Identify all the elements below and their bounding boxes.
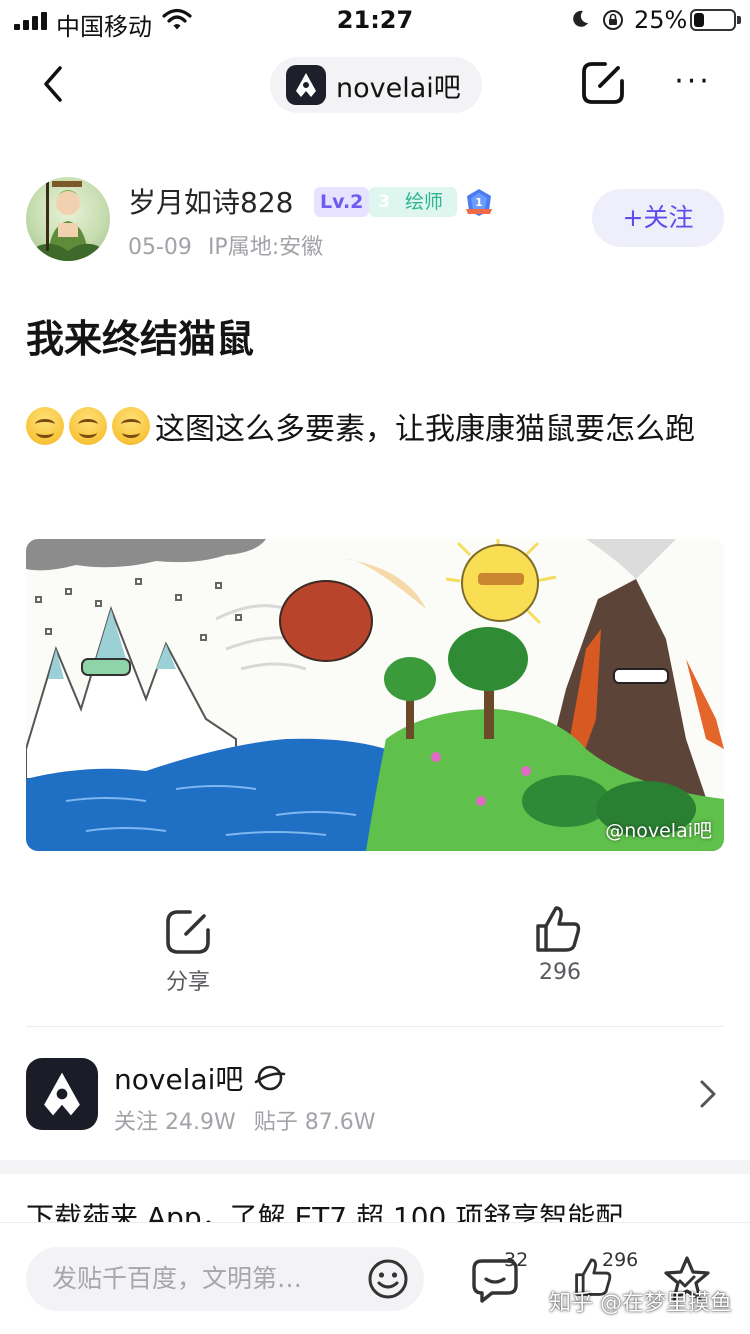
- reply-placeholder: 发贴千百度，文明第…: [52, 1264, 303, 1293]
- level-badge: Lv.2: [314, 187, 370, 217]
- reply-input[interactable]: 发贴千百度，文明第…: [26, 1247, 424, 1311]
- medal-icon: 1: [466, 189, 492, 216]
- post-date: 05-09: [128, 235, 192, 260]
- thumbs-up-icon: [536, 906, 581, 952]
- bottom-like-count: 296: [602, 1249, 639, 1271]
- smile-emoji-icon: [69, 407, 107, 445]
- image-watermark: @novelai吧: [605, 820, 712, 842]
- post-body: 这图这么多要素，让我康康猫鼠要怎么跑: [26, 402, 726, 458]
- divider: [26, 1026, 724, 1027]
- post-meta: 05-09 IP属地:安徽: [128, 229, 323, 261]
- forum-stats: 关注 24.9W 贴子 87.6W: [114, 1104, 375, 1136]
- like-count: 296: [539, 960, 581, 985]
- more-options-button[interactable]: ···: [668, 64, 718, 104]
- share-icon: [166, 910, 210, 954]
- role-label: 绘师: [405, 191, 444, 213]
- section-gap: [0, 1160, 750, 1174]
- forum-logo-icon: [286, 65, 326, 105]
- post-body-text: 这图这么多要素，让我康康猫鼠要怎么跑: [155, 412, 695, 447]
- bottom-bar: 发贴千百度，文明第… 32 296 知乎 @在梦里摸鱼: [0, 1222, 750, 1334]
- chevron-right-icon: [700, 1080, 716, 1108]
- planet-icon: [254, 1065, 286, 1091]
- smile-emoji-icon: [112, 407, 150, 445]
- forum-pill[interactable]: novelai吧: [270, 57, 482, 113]
- share-label: 分享: [165, 970, 210, 995]
- svg-text:1: 1: [475, 196, 483, 209]
- role-level-icon: 3: [369, 186, 399, 218]
- role-badge: 3 绘师: [369, 187, 457, 217]
- orientation-lock-icon: [603, 10, 623, 30]
- zhihu-watermark: 知乎 @在梦里摸鱼: [549, 1291, 732, 1316]
- username[interactable]: 岁月如诗828: [128, 181, 293, 221]
- nav-bar: novelai吧 ···: [0, 40, 750, 128]
- back-icon[interactable]: [30, 60, 78, 108]
- share-button[interactable]: 分享: [160, 904, 216, 995]
- status-bar: 中国移动 21:27 25%: [0, 0, 750, 41]
- comment-count: 32: [504, 1249, 529, 1271]
- forum-logo-icon: [26, 1058, 98, 1130]
- do-not-disturb-icon: [573, 10, 588, 27]
- post-image[interactable]: @novelai吧: [26, 539, 724, 851]
- forum-pill-name: novelai吧: [336, 72, 461, 104]
- like-button[interactable]: 296: [530, 902, 590, 992]
- forum-posts: 贴子 87.6W: [253, 1110, 376, 1135]
- emoji-icon[interactable]: [366, 1257, 410, 1301]
- ip-location: IP属地:安徽: [207, 235, 324, 260]
- forum-card[interactable]: novelai吧 关注 24.9W 贴子 87.6W: [26, 1056, 724, 1136]
- avatar[interactable]: [26, 177, 110, 261]
- compose-icon[interactable]: [578, 58, 628, 108]
- author-row: 岁月如诗828 Lv.2 3 绘师 1 05-09 IP属地:安徽 +关注: [26, 175, 726, 265]
- follow-button[interactable]: +关注: [592, 189, 724, 247]
- battery-percent: 25%: [634, 6, 688, 34]
- smile-emoji-icon: [26, 407, 64, 445]
- battery-icon: [690, 9, 741, 31]
- post-title: 我来终结猫鼠: [26, 317, 255, 361]
- forum-followers: 关注 24.9W: [114, 1110, 236, 1135]
- forum-card-name: novelai吧: [114, 1063, 244, 1096]
